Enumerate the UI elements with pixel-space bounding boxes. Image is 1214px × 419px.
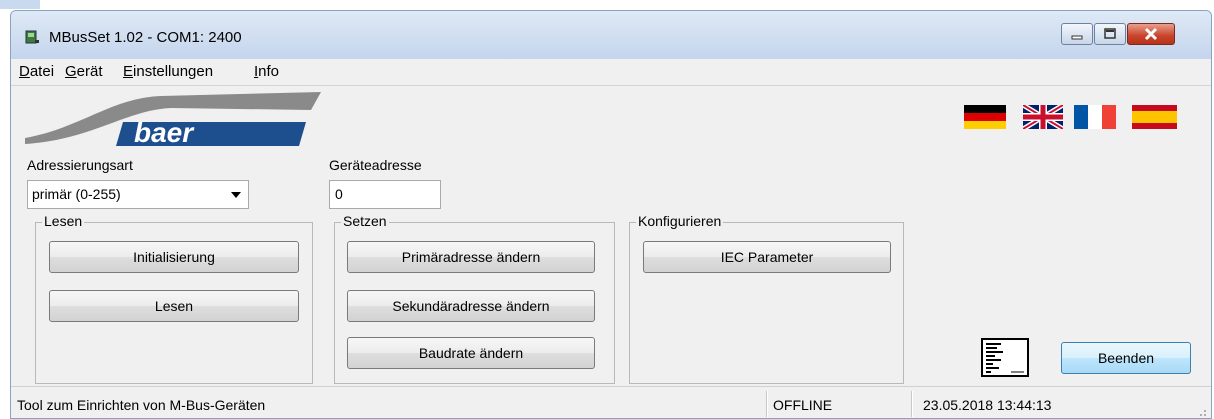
menu-datei[interactable]: Datei	[19, 63, 54, 80]
status-bar: Tool zum Einrichten von M-Bus-Geräten OF…	[11, 386, 1211, 418]
device-address-value: 0	[335, 186, 343, 202]
beenden-button[interactable]: Beenden	[1061, 342, 1191, 374]
flag-fr-icon[interactable]	[1074, 105, 1116, 129]
close-button[interactable]	[1127, 23, 1175, 45]
menu-bar: Datei Gerät Einstellungen Info	[11, 59, 1211, 86]
button-label: Lesen	[154, 298, 194, 314]
primaeradresse-aendern-button[interactable]: Primäradresse ändern	[347, 241, 595, 273]
flag-es-icon[interactable]	[1132, 105, 1177, 129]
flag-uk-icon[interactable]	[1023, 105, 1063, 129]
button-label: Beenden	[1097, 350, 1155, 366]
client-area: baer Adressierungsart primär (0-255) Ger…	[11, 86, 1211, 396]
group-konfigurieren: Konfigurieren IEC Parameter	[629, 213, 904, 384]
menu-mnemonic: G	[65, 63, 77, 80]
menu-label: nfo	[258, 63, 280, 80]
status-divider	[911, 391, 913, 417]
title-bar[interactable]: MBusSet 1.02 - COM1: 2400	[11, 11, 1211, 59]
menu-label: atei	[29, 63, 55, 80]
addressing-select[interactable]: primär (0-255)	[27, 180, 249, 209]
menu-label: erät	[76, 63, 103, 80]
background-window-edge	[0, 0, 40, 9]
minimize-icon	[1071, 35, 1083, 40]
button-label: Primäradresse ändern	[401, 249, 541, 265]
logo-text: baer	[134, 117, 195, 148]
lesen-button[interactable]: Lesen	[49, 290, 299, 322]
menu-mnemonic: D	[19, 63, 30, 80]
window-title: MBusSet 1.02 - COM1: 2400	[49, 29, 242, 46]
minimize-button[interactable]	[1061, 23, 1093, 45]
baudrate-aendern-button[interactable]: Baudrate ändern	[347, 337, 595, 369]
maximize-button[interactable]	[1094, 23, 1126, 45]
button-label: Baudrate ändern	[418, 345, 524, 361]
device-address-input[interactable]: 0	[329, 180, 441, 209]
connection-status: OFFLINE	[773, 397, 833, 413]
device-address-label: Geräteadresse	[329, 157, 422, 173]
maximize-icon	[1104, 28, 1116, 39]
menu-mnemonic: E	[123, 63, 134, 80]
initialisierung-button[interactable]: Initialisierung	[49, 241, 299, 273]
baer-logo: baer	[25, 92, 321, 148]
addressing-selected-value: primär (0-255)	[32, 186, 121, 202]
status-divider	[766, 391, 768, 417]
group-lesen-title: Lesen	[42, 213, 85, 229]
button-label: IEC Parameter	[720, 249, 814, 265]
group-konfigurieren-title: Konfigurieren	[636, 213, 724, 229]
sekundaeradresse-aendern-button[interactable]: Sekundäradresse ändern	[347, 290, 595, 322]
log-document-icon[interactable]	[981, 338, 1033, 378]
status-message: Tool zum Einrichten von M-Bus-Geräten	[17, 397, 266, 413]
menu-einstellungen[interactable]: Einstellungen	[123, 63, 213, 80]
menu-geraet[interactable]: Gerät	[65, 63, 103, 80]
button-label: Sekundäradresse ändern	[392, 298, 550, 314]
flag-de-icon[interactable]	[964, 105, 1006, 129]
group-setzen: Setzen Primäradresse ändern Sekundäradre…	[334, 213, 615, 384]
addressing-label: Adressierungsart	[27, 157, 133, 173]
chevron-down-icon	[231, 192, 241, 198]
resize-grip-icon[interactable]	[1195, 405, 1207, 417]
iec-parameter-button[interactable]: IEC Parameter	[643, 241, 891, 273]
app-icon	[25, 30, 39, 44]
button-label: Initialisierung	[133, 249, 215, 265]
app-window: MBusSet 1.02 - COM1: 2400 Datei Gerät Ei…	[10, 10, 1212, 419]
menu-label: instellungen	[133, 63, 214, 80]
group-lesen: Lesen Initialisierung Lesen	[35, 213, 313, 384]
close-icon	[1144, 27, 1158, 41]
status-datetime: 23.05.2018 13:44:13	[923, 397, 1052, 413]
menu-info[interactable]: Info	[254, 63, 279, 80]
group-setzen-title: Setzen	[341, 213, 389, 229]
